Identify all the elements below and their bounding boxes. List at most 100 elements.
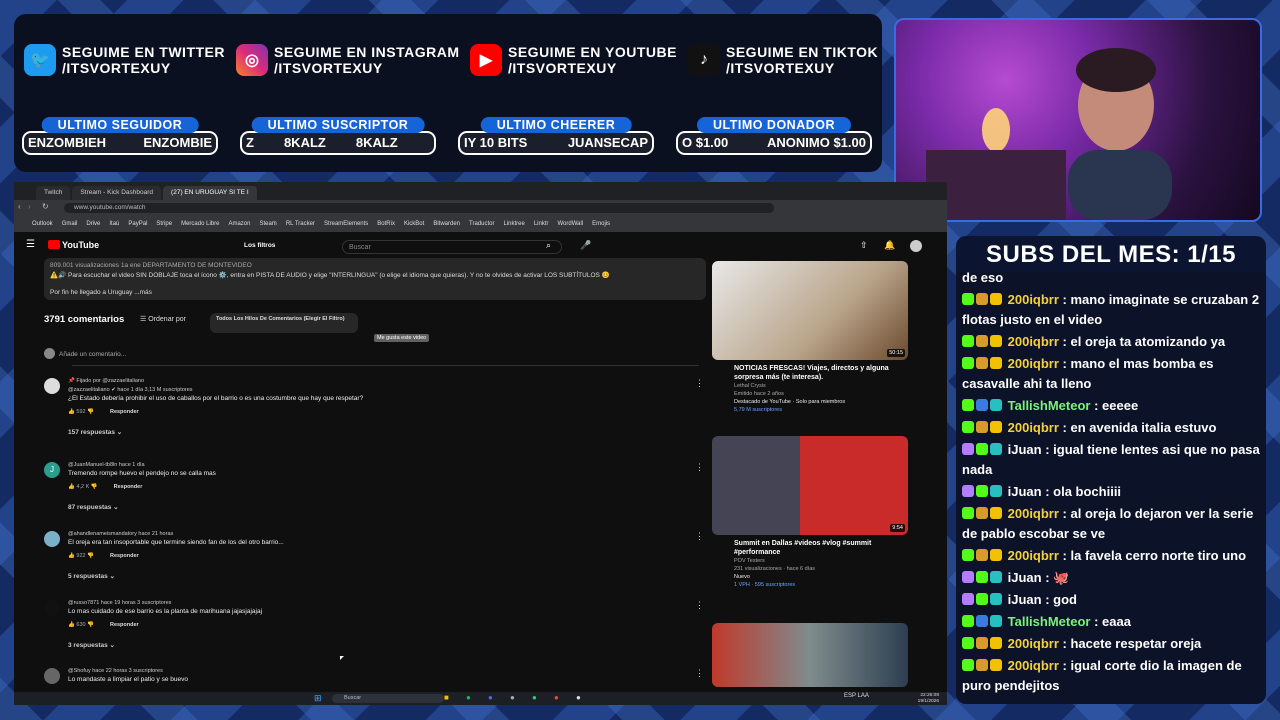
bookmark[interactable]: Linktree (503, 221, 524, 227)
microphone-icon[interactable]: 🎤 (580, 240, 591, 251)
back-icon[interactable]: ‹ (18, 202, 21, 211)
comment-author[interactable]: @JuanManuel-tb8ln hace 1 día (68, 462, 704, 468)
taskbar-search[interactable]: Buscar (332, 694, 444, 703)
channel-name[interactable]: POV Testers (734, 557, 908, 565)
related-video[interactable]: 50:15 NOTICIAS FRESCAS! Viajes, directos… (712, 261, 908, 414)
chat-username[interactable]: iJuan (1008, 442, 1042, 457)
video-thumbnail[interactable]: 9:54 (712, 436, 908, 535)
related-video[interactable]: 9:54 Summit en Dallas #videos #vlog #sum… (712, 436, 908, 589)
bookmark[interactable]: Amazon (228, 221, 250, 227)
comment-filter-dropdown[interactable]: Todos Los Hilos De Comentarios (Elegir E… (210, 313, 358, 333)
steam-icon[interactable]: ● (510, 693, 515, 702)
whatsapp-icon[interactable]: ● (532, 693, 537, 702)
language-indicator[interactable]: ESP LAA (844, 693, 869, 699)
bookmark[interactable]: Bitwarden (433, 221, 460, 227)
bookmark[interactable]: Linktr (534, 221, 549, 227)
sort-button[interactable]: ☰ Ordenar por (140, 315, 186, 323)
channel-name[interactable]: Lethal Crysis (734, 382, 908, 390)
avatar[interactable]: J (44, 462, 60, 478)
comment-author[interactable]: @russo7871 hace 19 horas 3 suscriptores (68, 600, 704, 606)
bookmark[interactable]: KickBot (404, 221, 424, 227)
reply-button[interactable]: Responder (114, 484, 143, 490)
search-input[interactable]: Buscar (342, 240, 562, 254)
discord-icon[interactable]: ● (488, 693, 493, 702)
avatar[interactable] (44, 600, 60, 616)
bookmark[interactable]: Outlook (32, 221, 53, 227)
chat-username[interactable]: 200iqbrr (1008, 658, 1059, 673)
bookmark[interactable]: Emojis (592, 221, 610, 227)
notifications-icon[interactable]: 🔔 (884, 240, 895, 251)
start-icon[interactable]: ⊞ (314, 693, 322, 704)
more-options-icon[interactable]: ⋮ (695, 668, 704, 679)
chat-username[interactable]: iJuan (1008, 570, 1042, 585)
avatar[interactable] (44, 531, 60, 547)
tab-kick-dashboard[interactable]: Stream - Kick Dashboard (72, 186, 162, 200)
reload-icon[interactable]: ↻ (42, 202, 49, 211)
video-thumbnail[interactable]: 50:15 (712, 261, 908, 360)
chat-username[interactable]: 200iqbrr (1008, 636, 1059, 651)
more-options-icon[interactable]: ⋮ (695, 378, 704, 389)
search-icon[interactable]: ⌕ (546, 240, 551, 251)
bookmark[interactable]: Drive (86, 221, 100, 227)
bookmark[interactable]: Steam (259, 221, 276, 227)
filters-button[interactable]: Los filtros (244, 242, 275, 249)
chat-username[interactable]: 200iqbrr (1008, 292, 1059, 307)
app-icon[interactable]: ● (554, 693, 559, 702)
bookmark[interactable]: Itaú (109, 221, 119, 227)
video-thumbnail[interactable] (712, 623, 908, 687)
comment-author[interactable]: @Shofuy hace 22 horas 3 suscriptores (68, 668, 704, 674)
avatar[interactable] (910, 240, 922, 252)
address-bar[interactable]: www.youtube.com/watch (64, 203, 774, 213)
chat-username[interactable]: 200iqbrr (1008, 506, 1059, 521)
more-options-icon[interactable]: ⋮ (695, 531, 704, 542)
dislike-icon[interactable]: 👎 (86, 553, 94, 559)
more-options-icon[interactable]: ⋮ (695, 462, 704, 473)
reply-button[interactable]: Responder (110, 409, 139, 415)
forward-icon[interactable]: › (28, 202, 31, 211)
view-replies-button[interactable]: 157 respuestas ⌄ (68, 428, 704, 436)
view-replies-button[interactable]: 87 respuestas ⌄ (68, 503, 704, 511)
chat-username[interactable]: 200iqbrr (1008, 356, 1059, 371)
tab-youtube[interactable]: (27) EN URUGUAY SI TE I (163, 186, 257, 200)
bookmark[interactable]: StreamElements (324, 221, 368, 227)
bookmark[interactable]: Traductor (469, 221, 494, 227)
dislike-icon[interactable]: 👎 (89, 484, 98, 490)
file-explorer-icon[interactable]: ■ (444, 693, 449, 702)
add-comment-field[interactable]: Añade un comentario... (44, 348, 126, 359)
description-more[interactable]: Por fin he llegado a Uruguay ...más (50, 289, 700, 296)
chat-username[interactable]: iJuan (1008, 484, 1042, 499)
chat-username[interactable]: 200iqbrr (1008, 548, 1059, 563)
bookmark[interactable]: Mercado Libre (181, 221, 219, 227)
reply-button[interactable]: Responder (110, 622, 139, 628)
dislike-icon[interactable]: 👎 (86, 622, 94, 628)
chat-username[interactable]: iJuan (1008, 592, 1042, 607)
comment-author[interactable]: @ahandlenameismandatory hace 21 horas (68, 531, 704, 537)
bookmark[interactable]: Gmail (62, 221, 78, 227)
chat-username[interactable]: 200iqbrr (1008, 420, 1059, 435)
taskbar-clock[interactable]: 22:26:08 19/1/2026 (918, 693, 939, 704)
view-replies-button[interactable]: 5 respuestas ⌄ (68, 572, 704, 580)
avatar[interactable] (44, 668, 60, 684)
dislike-icon[interactable]: 👎 (86, 409, 94, 415)
chat-username[interactable]: TallishMeteor (1008, 398, 1091, 413)
video-title[interactable]: Summit en Dallas #videos #vlog #summit #… (734, 539, 908, 557)
view-replies-button[interactable]: 3 respuestas ⌄ (68, 641, 704, 649)
bookmark[interactable]: Stripe (156, 221, 172, 227)
upload-icon[interactable]: ⇧ (860, 240, 868, 251)
more-options-icon[interactable]: ⋮ (695, 600, 704, 611)
reply-button[interactable]: Responder (110, 553, 139, 559)
avatar[interactable] (44, 378, 60, 394)
menu-icon[interactable]: ☰ (26, 239, 35, 250)
video-title[interactable]: NOTICIAS FRESCAS! Viajes, directos y alg… (734, 364, 908, 382)
bookmark[interactable]: RL Tracker (286, 221, 315, 227)
related-video[interactable] (712, 623, 908, 687)
comment-author[interactable]: @zazzaelitaliano ✔ hace 1 día 3,13 M sus… (68, 387, 704, 393)
bookmark[interactable]: WordWall (557, 221, 583, 227)
video-description[interactable]: 809.001 visualizaciones 1a ene DEPARTAME… (44, 258, 706, 300)
bookmark[interactable]: PayPal (128, 221, 147, 227)
chat-username[interactable]: TallishMeteor (1008, 614, 1091, 629)
tab-twitch[interactable]: Twitch (36, 186, 71, 200)
bookmark[interactable]: BotRix (377, 221, 395, 227)
youtube-logo[interactable]: YouTube (48, 240, 99, 250)
spotify-icon[interactable]: ● (466, 693, 471, 702)
